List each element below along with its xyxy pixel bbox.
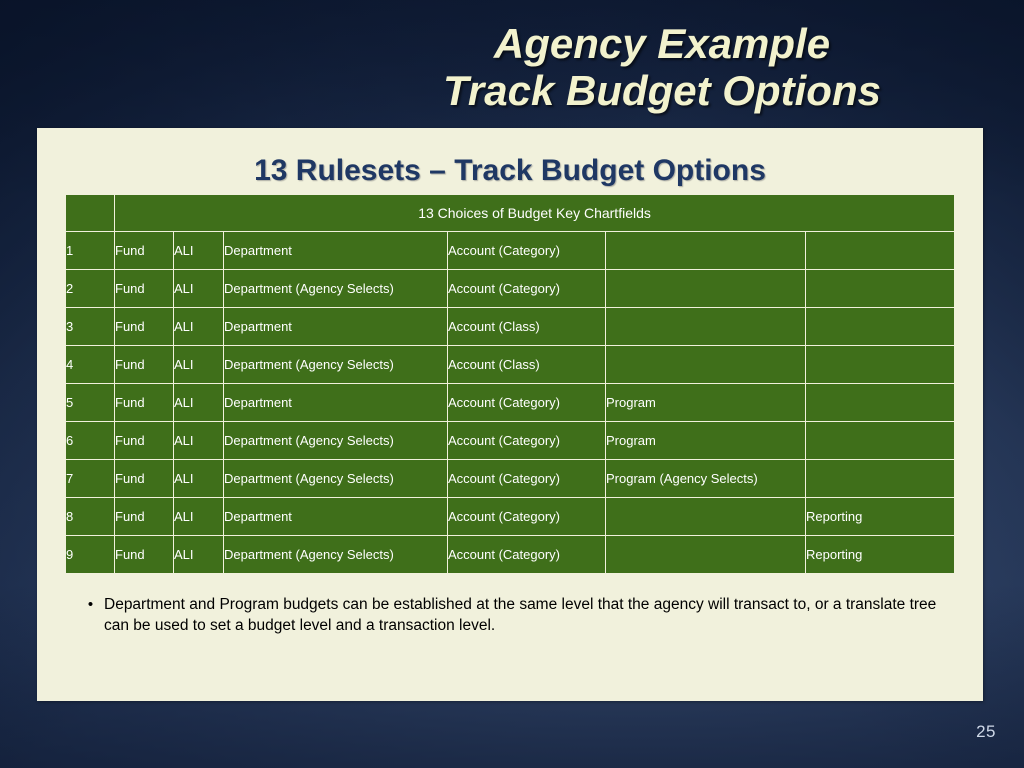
cell-ali: ALI	[173, 459, 224, 498]
slide-canvas: Agency Example Track Budget Options 13 R…	[0, 0, 1024, 768]
table-row: 7 Fund ALI Department (Agency Selects) Accou…	[65, 459, 956, 498]
cell-fund: Fund	[114, 383, 174, 422]
row-number: 4	[65, 345, 115, 384]
row-number: 8	[65, 497, 115, 536]
cell-department: Department	[223, 307, 448, 346]
table-row: 1 Fund ALI Department Account (Category)	[65, 231, 956, 270]
cell-ali: ALI	[173, 345, 224, 384]
cell-department: Department	[223, 383, 448, 422]
cell-fund: Fund	[114, 269, 174, 308]
cell-ali: ALI	[173, 535, 224, 574]
cell-fund: Fund	[114, 497, 174, 536]
cell-ali: ALI	[173, 269, 224, 308]
cell-department: Department (Agency Selects)	[223, 535, 448, 574]
table-header-spacer	[65, 194, 115, 232]
cell-reporting	[804, 307, 956, 346]
row-number: 5	[65, 383, 115, 422]
cell-program: Program	[605, 383, 806, 422]
cell-program: Program	[605, 421, 806, 460]
title-line-2: Track Budget Options	[443, 67, 881, 114]
cell-program: Program (Agency Selects)	[605, 459, 806, 498]
cell-program	[605, 231, 806, 270]
cell-fund: Fund	[114, 459, 174, 498]
title-line-1: Agency Example	[493, 20, 831, 67]
cell-account: Account (Class)	[447, 307, 606, 346]
cell-reporting: Reporting	[804, 535, 956, 574]
cell-department: Department	[223, 497, 448, 536]
cell-ali: ALI	[173, 383, 224, 422]
row-number: 7	[65, 459, 115, 498]
table-row: 3 Fund ALI Department Account (Class)	[65, 307, 956, 346]
row-number: 2	[65, 269, 115, 308]
panel-heading: 13 Rulesets – Track Budget Options	[254, 154, 766, 187]
cell-fund: Fund	[114, 421, 174, 460]
cell-department: Department (Agency Selects)	[223, 269, 448, 308]
ruleset-table: 13 Choices of Budget Key Chartfields 1 Fu…	[65, 194, 956, 574]
cell-reporting: Reporting	[804, 497, 956, 536]
cell-reporting	[804, 383, 956, 422]
cell-account: Account (Class)	[447, 345, 606, 384]
cell-account: Account (Category)	[447, 421, 606, 460]
bullet-list: • Department and Program budgets can be e…	[77, 594, 957, 636]
table-header: 13 Choices of Budget Key Chartfields	[65, 194, 956, 232]
cell-reporting	[804, 231, 956, 270]
cell-department: Department (Agency Selects)	[223, 345, 448, 384]
row-number: 9	[65, 535, 115, 574]
table-row: 8 Fund ALI Department Account (Category) Repo…	[65, 497, 956, 536]
row-number: 1	[65, 231, 115, 270]
cell-reporting	[804, 459, 956, 498]
table-row: 2 Fund ALI Department (Agency Selects) Accou…	[65, 269, 956, 308]
cell-account: Account (Category)	[447, 535, 606, 574]
table-header-row: 13 Choices of Budget Key Chartfields	[65, 194, 956, 232]
cell-ali: ALI	[173, 497, 224, 536]
bullet-marker-icon: •	[87, 596, 94, 613]
cell-account: Account (Category)	[447, 459, 606, 498]
cell-account: Account (Category)	[447, 269, 606, 308]
cell-program	[605, 269, 806, 308]
cell-account: Account (Category)	[447, 497, 606, 536]
cell-department: Department	[223, 231, 448, 270]
cell-reporting	[804, 345, 956, 384]
cell-account: Account (Category)	[447, 231, 606, 270]
table-row: 9 Fund ALI Department (Agency Selects) Accou…	[65, 535, 956, 574]
cell-program	[605, 535, 806, 574]
cell-department: Department (Agency Selects)	[223, 421, 448, 460]
page-number: 25	[976, 722, 996, 741]
table-row: 4 Fund ALI Department (Agency Selects) Accou…	[65, 345, 956, 384]
cell-fund: Fund	[114, 345, 174, 384]
cell-program	[605, 497, 806, 536]
cell-ali: ALI	[173, 231, 224, 270]
cell-program	[605, 345, 806, 384]
cell-reporting	[804, 421, 956, 460]
table-row: 6 Fund ALI Department (Agency Selects) Accou…	[65, 421, 956, 460]
table-header-title: 13 Choices of Budget Key Chartfields	[113, 194, 956, 232]
cell-account: Account (Category)	[447, 383, 606, 422]
slide-title: Agency Example Track Budget Options	[0, 20, 1024, 114]
row-number: 3	[65, 307, 115, 346]
cell-fund: Fund	[114, 231, 174, 270]
table-row: 5 Fund ALI Department Account (Category) Prog…	[65, 383, 956, 422]
content-panel: 13 Rulesets – Track Budget Options 13 Ch…	[37, 128, 983, 701]
cell-program	[605, 307, 806, 346]
cell-department: Department (Agency Selects)	[223, 459, 448, 498]
cell-fund: Fund	[114, 307, 174, 346]
row-number: 6	[65, 421, 115, 460]
bullet-item: • Department and Program budgets can be e…	[77, 594, 957, 636]
cell-fund: Fund	[114, 535, 174, 574]
cell-ali: ALI	[173, 421, 224, 460]
table-body: 1 Fund ALI Department Account (Category) 2 Fun…	[65, 231, 956, 574]
bullet-text: Department and Program budgets can be es…	[104, 596, 937, 634]
cell-ali: ALI	[173, 307, 224, 346]
cell-reporting	[804, 269, 956, 308]
